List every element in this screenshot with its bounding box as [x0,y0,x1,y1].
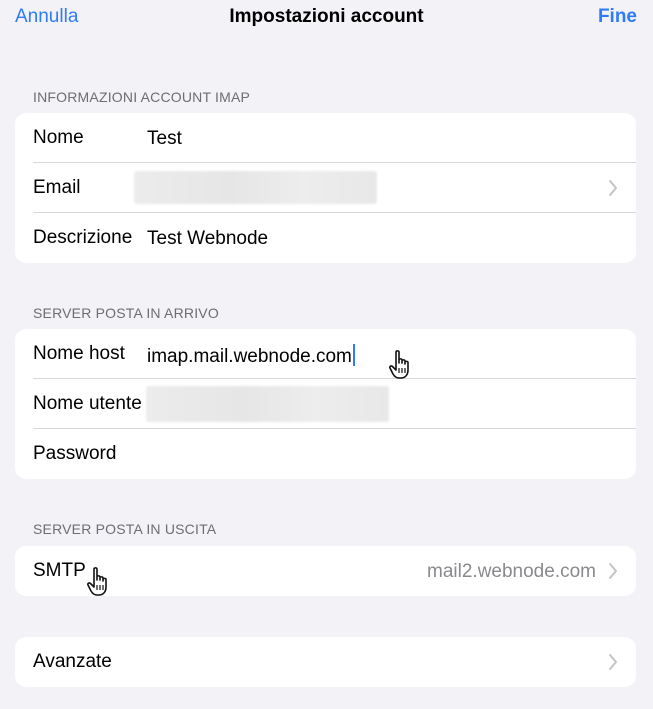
imap-account-group: Nome Test Email Descrizione Test Webnode [15,113,636,263]
hand-pointer-icon [87,567,107,596]
username-redacted-blur [146,386,389,422]
username-row[interactable]: Nome utente [15,379,636,429]
host-value-text: imap.mail.webnode.com [147,346,352,367]
name-label: Nome [33,127,84,148]
chevron-right-icon [609,563,617,579]
description-label: Descrizione [33,227,133,248]
host-field[interactable]: imap.mail.webnode.com [147,344,355,368]
description-row[interactable]: Descrizione Test Webnode [15,213,636,263]
hand-pointer-icon [389,350,409,379]
section-header-outgoing: SERVER POSTA IN USCITA [33,521,217,537]
username-label: Nome utente [33,393,142,414]
smtp-server-value: mail2.webnode.com [427,561,596,582]
navigation-bar: Annulla Impostazioni account Fine [0,0,653,40]
text-caret [352,344,355,366]
section-header-imap: INFORMAZIONI ACCOUNT IMAP [33,89,251,105]
email-label: Email [33,177,81,198]
password-row[interactable]: Password [15,429,636,479]
description-field[interactable]: Test Webnode [147,228,268,250]
advanced-group: Avanzate [15,637,636,687]
section-header-incoming: SERVER POSTA IN ARRIVO [33,305,219,321]
host-label: Nome host [33,343,125,364]
incoming-server-group: Nome host imap.mail.webnode.com Nome ute… [15,329,636,479]
host-row[interactable]: Nome host imap.mail.webnode.com [15,329,636,379]
email-row[interactable]: Email [15,163,636,213]
name-row[interactable]: Nome Test [15,113,636,163]
name-field[interactable]: Test [147,128,182,150]
done-button[interactable]: Fine [598,6,637,28]
page-title: Impostazioni account [229,6,424,27]
advanced-row[interactable]: Avanzate [15,637,636,687]
password-label: Password [33,443,117,464]
chevron-right-icon [609,654,617,670]
advanced-label: Avanzate [33,651,112,672]
chevron-right-icon [609,180,617,196]
smtp-label: SMTP [33,560,86,581]
email-redacted-blur [134,171,377,204]
